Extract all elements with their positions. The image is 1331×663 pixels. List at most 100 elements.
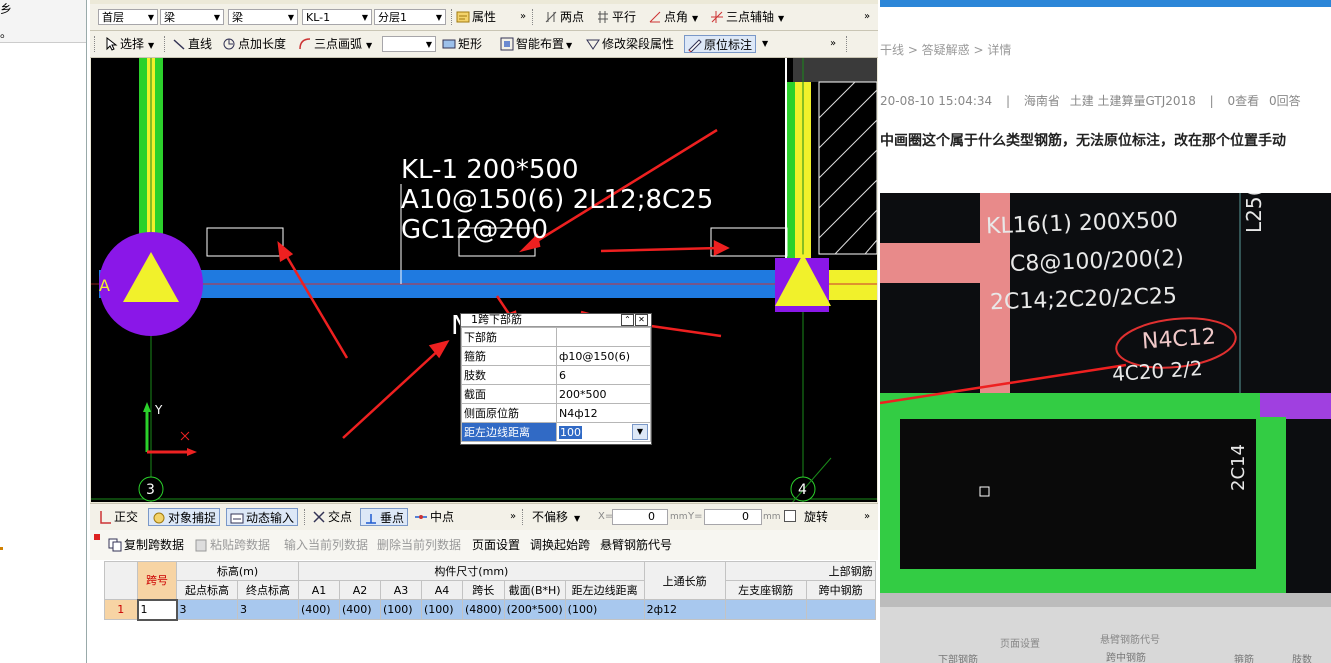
member-select[interactable]: KL-1 ▼	[302, 9, 372, 25]
smart-layout-button[interactable]: 智能布置 ▼	[500, 35, 572, 53]
cell-left-seat[interactable]	[724, 599, 807, 620]
chevron-down-icon: ▼	[147, 13, 154, 22]
chevron-down-icon[interactable]: ▼	[762, 35, 768, 53]
more-chevron-icon[interactable]: »	[864, 508, 870, 526]
view-count: 0查看	[1227, 94, 1260, 108]
collapse-icon[interactable]: ⌃	[621, 314, 634, 326]
cell-a2[interactable]: (400)	[339, 599, 381, 620]
layer-select[interactable]: 分层1 ▼	[374, 9, 446, 25]
axis-label-4: 4	[798, 482, 807, 498]
ortho-icon	[100, 511, 111, 524]
breadcrumb[interactable]: 干线 > 答疑解惑 > 详情	[880, 41, 1011, 58]
cad-window: 首层 ▼ 梁 ▼ 梁 ▼ KL-1 ▼ 分层1 ▼ 属性 » 两点 平行 点角 ▼ 三点辅轴…	[90, 0, 878, 663]
intersection-icon	[313, 511, 325, 523]
cell-a4[interactable]: (100)	[421, 599, 463, 620]
chevron-down-icon: ▼	[361, 13, 368, 22]
offset-select[interactable]: 不偏移 ▼	[532, 508, 580, 526]
category-select[interactable]: 梁 ▼	[160, 9, 224, 25]
paste-span-button[interactable]: 粘贴跨数据	[194, 536, 270, 554]
cell-span-length[interactable]: (4800)	[462, 599, 505, 620]
question-photo[interactable]: KL16(1) 200X500 C8@100/200(2) 2C14;2C20/…	[880, 193, 1331, 663]
popup-value[interactable]: ф10@150(6)	[556, 346, 651, 366]
close-icon[interactable]	[94, 534, 100, 540]
in-situ-label: 原位标注	[704, 38, 753, 52]
floor-select[interactable]: 首层 ▼	[98, 9, 158, 25]
cell-end-elev[interactable]: 3	[237, 599, 299, 620]
cell-a3[interactable]: (100)	[380, 599, 422, 620]
grid-header-row: 跨号 标高(m) 构件尺寸(mm) 上通长筋 上部钢筋	[104, 561, 876, 600]
property-icon	[456, 11, 470, 23]
rect-button[interactable]: 矩形	[442, 35, 482, 53]
x-input[interactable]: 0	[612, 509, 668, 525]
more-chevron-icon[interactable]: »	[520, 8, 526, 26]
close-icon[interactable]: ✕	[635, 314, 648, 326]
copy-span-button[interactable]: 复制跨数据	[108, 536, 184, 554]
dynamic-input-toggle[interactable]: 动态输入	[226, 508, 299, 526]
meta-separator: |	[1006, 94, 1011, 108]
more-chevron-icon[interactable]: »	[510, 508, 516, 526]
popup-value[interactable]: 6	[556, 365, 651, 385]
popup-value-text: 100	[559, 425, 582, 439]
y-label: Y=	[688, 511, 703, 522]
line-button[interactable]: 直线	[172, 35, 212, 53]
more-chevron-icon[interactable]: »	[864, 8, 870, 26]
popup-key: 箍筋	[461, 346, 557, 366]
cell-span[interactable]: 1	[136, 598, 178, 621]
checkbox-box	[784, 510, 796, 522]
popup-value[interactable]: N4ф12	[556, 403, 651, 423]
x-label: X=	[598, 511, 614, 522]
popup-value[interactable]: 200*500	[556, 384, 651, 404]
point-angle-button[interactable]: 点角 ▼	[648, 8, 698, 26]
modify-span-button[interactable]: 修改梁段属性	[586, 35, 674, 53]
arc-option-select[interactable]: ▼	[382, 36, 436, 52]
grey-band	[793, 58, 877, 82]
dynamic-input-label: 动态输入	[246, 511, 295, 525]
chevron-down-icon: ▼	[435, 13, 442, 22]
select-button[interactable]: 选择 ▼	[104, 35, 154, 53]
parallel-button[interactable]: 平行	[596, 8, 636, 26]
cell-section[interactable]: (200*500)	[503, 599, 566, 620]
cell-top-long[interactable]: 2ф12	[643, 599, 726, 620]
more-chevron-icon[interactable]: »	[830, 35, 836, 53]
toolbar-divider	[522, 509, 525, 525]
component-type-select[interactable]: 梁 ▼	[228, 9, 298, 25]
span-rebar-popup: 1跨下部筋 ⌃ ✕ 下部筋 箍筋 ф10@150(6) 肢数 6 截面 200*500…	[460, 313, 652, 445]
popup-property-table: 下部筋 箍筋 ф10@150(6) 肢数 6 截面 200*500 侧面原位筋 N4ф1…	[461, 327, 651, 442]
cell-mid-span[interactable]	[805, 599, 876, 620]
chevron-down-icon: ▼	[213, 13, 220, 22]
two-point-button[interactable]: 两点	[544, 8, 584, 26]
midpoint-snap[interactable]: 中点	[414, 508, 454, 526]
page-setup-button[interactable]: 页面设置	[472, 536, 520, 554]
intersection-snap[interactable]: 交点	[312, 508, 352, 526]
perpendicular-icon	[366, 514, 376, 524]
label-box-left	[206, 227, 284, 257]
cell-start-elev[interactable]: 3	[176, 599, 238, 620]
photo-text-page-setup: 页面设置	[1000, 639, 1040, 650]
property-button[interactable]: 属性	[456, 8, 496, 26]
cantilever-code-button[interactable]: 悬臂钢筋代号	[600, 536, 672, 554]
y-input[interactable]: 0	[704, 509, 762, 525]
point-length-button[interactable]: 点加长度	[222, 35, 286, 53]
cell-a1[interactable]: (400)	[298, 599, 340, 620]
three-point-aux-button[interactable]: 三点辅轴 ▼	[710, 8, 784, 26]
chevron-down-icon[interactable]: ▼	[632, 424, 648, 440]
in-situ-button[interactable]: 原位标注	[684, 35, 757, 53]
popup-row: 下部筋	[461, 327, 651, 347]
delete-column-button[interactable]: 删除当前列数据	[377, 536, 461, 554]
input-column-button[interactable]: 输入当前列数据	[284, 536, 368, 554]
answer-count: 0回答	[1269, 94, 1301, 108]
drawing-canvas[interactable]: KL-1 200*500 A10@150(6) 2L12;8C25 GC12@2…	[91, 58, 877, 502]
beam-label-line2: A10@150(6) 2L12;8C25	[401, 185, 714, 215]
popup-value[interactable]	[556, 327, 651, 347]
ortho-toggle[interactable]: 正交	[98, 508, 138, 526]
cell-left-distance[interactable]: (100)	[564, 599, 645, 620]
rotate-checkbox[interactable]: 旋转	[784, 508, 828, 526]
adjust-start-span-button[interactable]: 调换起始跨	[530, 536, 590, 554]
copy-icon	[108, 538, 122, 552]
header-a4: A4	[421, 580, 463, 600]
popup-value-input[interactable]: 100 ▼	[556, 422, 651, 442]
rotate-label: 旋转	[804, 510, 829, 524]
perpendicular-snap[interactable]: 垂点	[360, 508, 409, 526]
three-point-arc-button[interactable]: 三点画弧 ▼	[298, 35, 372, 53]
object-snap-toggle[interactable]: 对象捕捉	[148, 508, 221, 526]
